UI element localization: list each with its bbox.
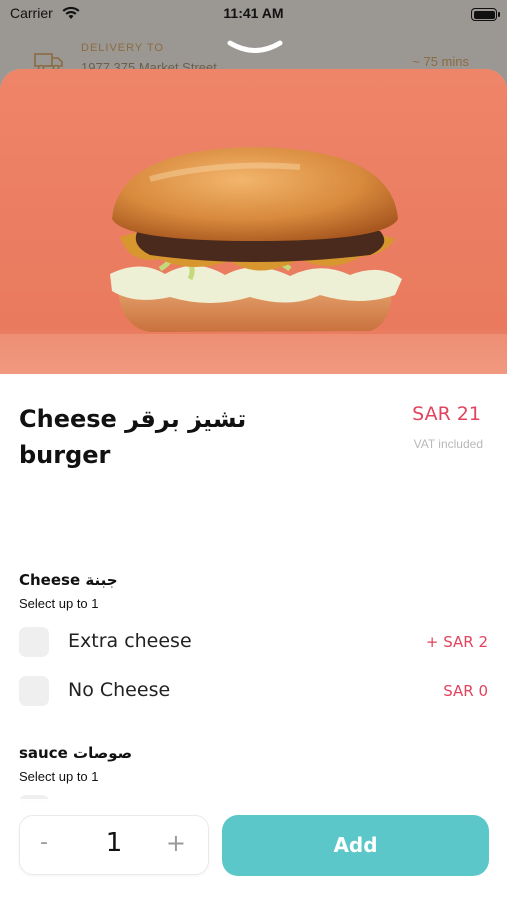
checkbox[interactable] [19,676,49,706]
group-subtitle-sauce: Select up to 1 [19,769,99,784]
dismiss-chevron-icon[interactable] [226,38,284,58]
option-name: Extra cheese [68,630,192,652]
group-title-sauce: sauce صوصات [19,744,133,762]
option-no-cheese[interactable]: No Cheese SAR 0 [0,674,507,710]
option-price: + SAR 2 [425,633,488,651]
option-extra-cheese[interactable]: Extra cheese + SAR 2 [0,625,507,661]
product-title: Cheese تشيز برقر burger [19,401,319,473]
status-time: 11:41 AM [223,5,284,21]
quantity-stepper: - 1 + [19,815,209,875]
add-button[interactable]: Add [222,815,489,876]
battery-icon [471,8,500,21]
option-price: SAR 0 [443,682,488,700]
status-bar: Carrier 11:41 AM [0,0,507,30]
product-title-line2: burger [19,441,111,469]
increment-button[interactable]: + [166,829,186,857]
option-name: No Cheese [68,679,171,701]
checkbox[interactable] [19,627,49,657]
product-price: SAR 21 [412,403,481,425]
product-sheet: Cheese تشيز برقر burger SAR 21 VAT inclu… [0,69,507,900]
product-image [0,69,507,374]
delivery-eta: ~ 75 mins [412,54,469,69]
group-subtitle-cheese: Select up to 1 [19,596,99,611]
vat-note: VAT included [413,437,483,451]
delivery-label: DELIVERY TO [81,42,164,54]
product-title-line1: Cheese تشيز برقر [19,405,247,433]
group-title-cheese: Cheese جبنة [19,571,118,589]
